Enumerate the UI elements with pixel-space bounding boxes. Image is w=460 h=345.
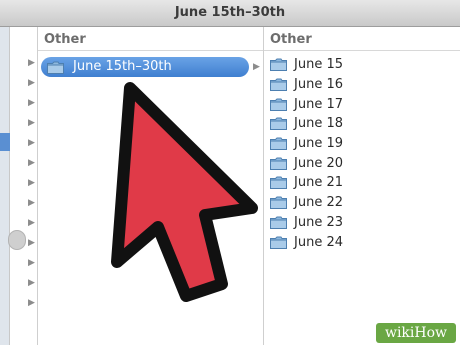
list-item[interactable]: June 16 (270, 75, 343, 95)
folder-icon (270, 58, 287, 72)
disclosure-triangle-icon[interactable]: ▶ (28, 298, 35, 308)
window-title: June 15th–30th (174, 5, 286, 20)
disclosure-triangle-icon[interactable]: ▶ (28, 198, 35, 208)
list-item-label: June 16 (294, 77, 343, 93)
disclosure-triangle-icon[interactable]: ▶ (28, 98, 35, 108)
folder-icon (270, 196, 287, 210)
folder-icon (270, 137, 287, 151)
column-collapsed: ▶ ▶ ▶ ▶ ▶ ▶ ▶ ▶ ▶ ▶ ▶ ▶ ▶ (10, 27, 38, 345)
list-item-label: June 18 (294, 116, 343, 132)
scrollbar-knob[interactable] (8, 230, 26, 250)
list-item-label: June 22 (294, 195, 343, 211)
disclosure-triangle-icon[interactable]: ▶ (28, 258, 35, 268)
folder-icon (270, 157, 287, 170)
list-item-label: June 15 (294, 57, 343, 73)
list-item-label: June 20 (294, 155, 343, 171)
list-item[interactable]: June 15 (270, 55, 343, 75)
folder-icon (270, 176, 287, 190)
list-item-label: June 19 (294, 136, 343, 152)
list-item[interactable]: June 24 (270, 232, 343, 252)
disclosure-triangle-icon: ▶ (253, 62, 260, 72)
list-item[interactable]: June 21 (270, 173, 343, 193)
disclosure-triangle-icon[interactable]: ▶ (28, 58, 35, 68)
selected-folder-row[interactable]: June 15th–30th (41, 57, 249, 77)
list-item[interactable]: June 22 (270, 193, 343, 213)
wikihow-logo: wikiHow (376, 323, 456, 343)
folder-icon (270, 216, 287, 229)
folder-list: June 15 June 16 June 17 June 18 June 19 … (270, 55, 343, 252)
folder-icon (270, 117, 287, 131)
column-middle: Other June 15th–30th ▶ (38, 27, 264, 345)
disclosure-triangle-icon[interactable]: ▶ (28, 138, 35, 148)
disclosure-triangle-icon[interactable]: ▶ (28, 78, 35, 88)
disclosure-triangle-icon[interactable]: ▶ (28, 278, 35, 288)
list-item[interactable]: June 23 (270, 213, 343, 233)
list-item-label: June 17 (294, 96, 343, 112)
list-item-label: June 21 (294, 175, 343, 191)
disclosure-triangle-icon[interactable]: ▶ (28, 118, 35, 128)
list-item[interactable]: June 20 (270, 153, 343, 173)
disclosure-triangle-icon[interactable]: ▶ (28, 238, 35, 248)
list-item[interactable]: June 19 (270, 134, 343, 154)
folder-icon (270, 78, 287, 92)
list-item-label: June 24 (294, 234, 343, 250)
disclosure-triangle-icon[interactable]: ▶ (28, 178, 35, 188)
column-header: Other (38, 27, 263, 51)
column-header: Other (264, 27, 460, 51)
list-item[interactable]: June 18 (270, 114, 343, 134)
disclosure-triangle-icon[interactable]: ▶ (28, 158, 35, 168)
disclosure-triangle-icon[interactable]: ▶ (28, 218, 35, 228)
list-item[interactable]: June 17 (270, 94, 343, 114)
folder-icon (270, 236, 287, 249)
folder-icon (270, 98, 287, 111)
sidebar-selection-marker (0, 133, 10, 151)
sidebar-strip (0, 27, 10, 345)
selected-folder-label: June 15th–30th (73, 59, 172, 74)
window-titlebar: June 15th–30th (0, 0, 460, 27)
folder-icon (47, 61, 64, 74)
column-right: Other June 15 June 16 June 17 June 18 Ju… (264, 27, 460, 345)
list-item-label: June 23 (294, 214, 343, 230)
